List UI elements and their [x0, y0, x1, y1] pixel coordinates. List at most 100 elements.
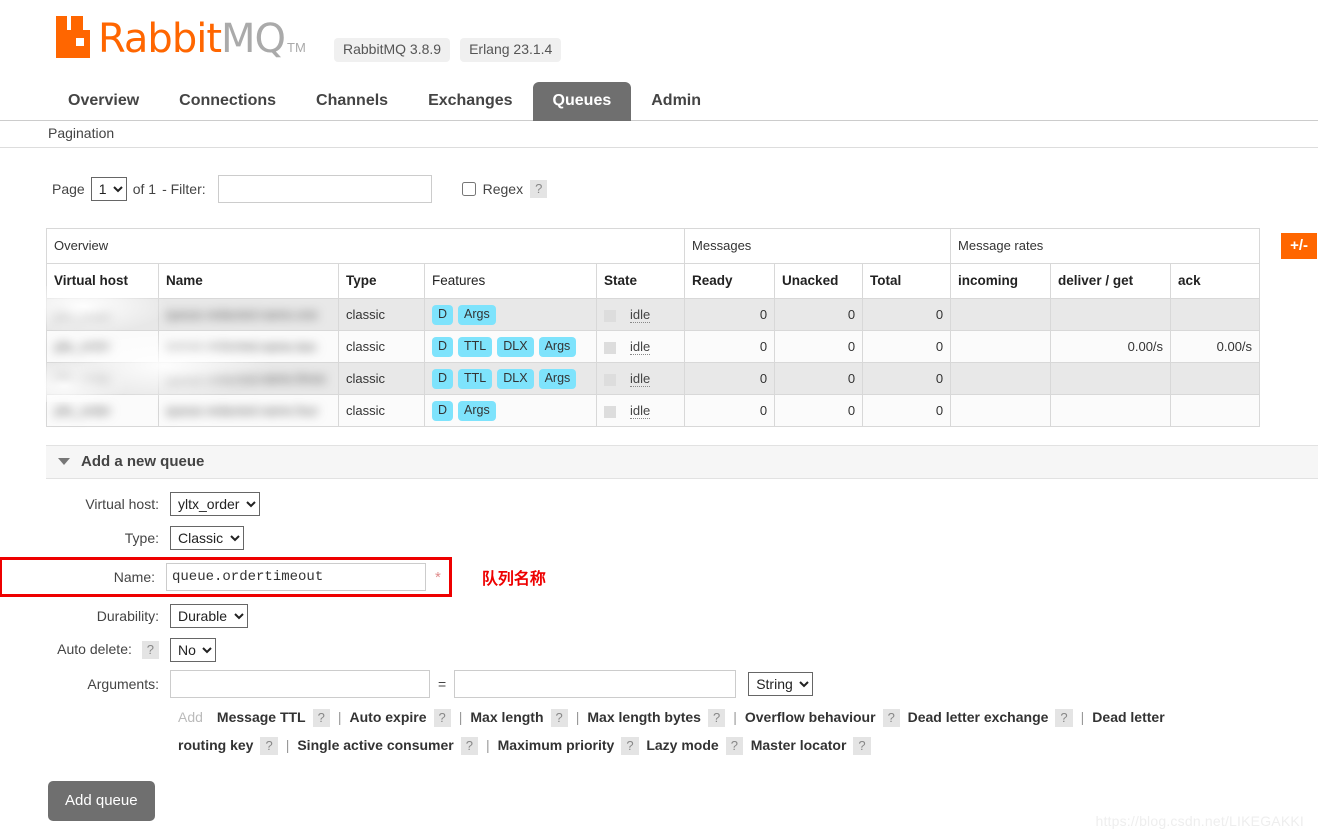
- cell-deliver-get: [1050, 394, 1172, 427]
- logo-text-mq: MQ: [221, 16, 286, 62]
- column-state[interactable]: State: [595, 263, 686, 299]
- column-virtual-host[interactable]: Virtual host: [46, 263, 159, 299]
- argument-preset-master-locator[interactable]: Master locator: [751, 737, 847, 753]
- cell-state: idle: [595, 330, 686, 363]
- argument-preset-max-length[interactable]: Max length: [470, 709, 543, 725]
- type-select[interactable]: Classic: [170, 526, 244, 550]
- argument-preset-max-length-bytes[interactable]: Max length bytes: [587, 709, 701, 725]
- tab-admin[interactable]: Admin: [631, 82, 721, 121]
- cell-type: classic: [338, 362, 425, 395]
- cell-queue-name[interactable]: queue.redacted.name.two: [158, 330, 339, 363]
- auto-delete-select[interactable]: No: [170, 638, 216, 662]
- filter-input[interactable]: [217, 175, 432, 203]
- group-header-messages: Messages: [684, 228, 952, 264]
- cell-total: 0: [862, 298, 952, 331]
- add-queue-section-title: Add a new queue: [81, 453, 205, 470]
- queues-table-body: yltx_order queue.redacted.name.one classic…: [46, 298, 1261, 427]
- virtual-host-select[interactable]: yltx_order: [170, 492, 260, 516]
- column-ack[interactable]: ack: [1170, 263, 1261, 299]
- name-field-highlight-box: Name: *: [0, 557, 452, 597]
- virtual-host-label: Virtual host:: [85, 496, 159, 512]
- regex-help-icon[interactable]: ?: [530, 180, 548, 198]
- queue-name-input[interactable]: [166, 563, 426, 591]
- help-icon-auto-expire[interactable]: ?: [433, 709, 451, 727]
- cell-ack: 0.00/s: [1170, 330, 1261, 363]
- argument-key-input[interactable]: [170, 670, 430, 698]
- cell-queue-name[interactable]: queue.redacted.name.four: [158, 394, 339, 427]
- tab-overview[interactable]: Overview: [48, 82, 159, 121]
- help-icon-max-length-bytes[interactable]: ?: [707, 709, 726, 727]
- arguments-label: Arguments:: [87, 676, 159, 692]
- argument-preset-auto-expire[interactable]: Auto expire: [350, 709, 427, 725]
- add-queue-button[interactable]: Add queue: [48, 781, 155, 821]
- regex-checkbox[interactable]: [461, 182, 476, 196]
- cell-state: idle: [595, 298, 686, 331]
- feature-badge: TTL: [458, 368, 493, 389]
- regex-label: Regex: [482, 181, 524, 197]
- table-row[interactable]: yltx_order queue.redacted.name.three class…: [46, 362, 1261, 395]
- help-icon-max-length[interactable]: ?: [550, 709, 568, 727]
- page-select[interactable]: 1: [90, 177, 127, 201]
- tab-connections[interactable]: Connections: [159, 82, 296, 121]
- nav-tab-list: Overview Connections Channels Exchanges …: [48, 80, 1318, 121]
- help-icon-dead-letter-exchange[interactable]: ?: [1055, 709, 1073, 727]
- pagination-controls: Page 1 of 1 - Filter: Regex ?: [0, 148, 1318, 206]
- column-name[interactable]: Name: [158, 263, 339, 299]
- table-group-header-row: Overview Messages Message rates: [45, 228, 1261, 264]
- help-icon-master-locator[interactable]: ?: [853, 737, 871, 755]
- state-indicator-icon: [604, 309, 616, 322]
- cell-state: idle: [595, 362, 686, 395]
- toggle-columns-button[interactable]: +/-: [1281, 233, 1317, 259]
- auto-delete-help-icon[interactable]: ?: [141, 641, 159, 659]
- add-argument-link[interactable]: Add: [178, 709, 203, 725]
- argument-value-input[interactable]: [454, 670, 737, 698]
- argument-preset-lazy-mode[interactable]: Lazy mode: [646, 737, 718, 753]
- cell-ready: 0: [684, 298, 776, 331]
- cell-features: D Args: [424, 298, 597, 331]
- tab-queues[interactable]: Queues: [532, 82, 632, 121]
- column-incoming[interactable]: incoming: [950, 263, 1052, 299]
- help-icon-message-ttl[interactable]: ?: [312, 709, 330, 727]
- column-total[interactable]: Total: [862, 263, 952, 299]
- feature-badge: Args: [458, 400, 496, 421]
- durability-select[interactable]: Durable: [170, 604, 248, 628]
- argument-preset-dead-letter-exchange[interactable]: Dead letter exchange: [908, 709, 1049, 725]
- argument-preset-overflow-behaviour[interactable]: Overflow behaviour: [745, 709, 876, 725]
- cell-unacked: 0: [774, 330, 864, 363]
- column-ready[interactable]: Ready: [684, 263, 776, 299]
- help-icon-overflow-behaviour[interactable]: ?: [882, 709, 900, 727]
- cell-ready: 0: [684, 394, 776, 427]
- cell-virtual-host: yltx_order: [46, 394, 159, 427]
- column-deliver-get[interactable]: deliver / get: [1050, 263, 1172, 299]
- argument-type-select[interactable]: String: [748, 672, 814, 696]
- tab-exchanges[interactable]: Exchanges: [408, 82, 532, 121]
- add-queue-section-header[interactable]: Add a new queue: [46, 445, 1318, 479]
- state-indicator-icon: [604, 405, 616, 418]
- help-icon-lazy-mode[interactable]: ?: [725, 737, 743, 755]
- help-icon-maximum-priority[interactable]: ?: [621, 737, 639, 755]
- cell-virtual-host: yltx_order: [46, 330, 159, 363]
- argument-preset-single-active-consumer[interactable]: Single active consumer: [297, 737, 453, 753]
- feature-badge: D: [432, 368, 454, 389]
- tab-channels[interactable]: Channels: [296, 82, 408, 121]
- help-icon-dead-letter-routing-key[interactable]: ?: [260, 737, 278, 755]
- column-unacked[interactable]: Unacked: [774, 263, 864, 299]
- preset-separator: |: [285, 737, 290, 753]
- arguments-row: Arguments: = String: [0, 669, 1318, 699]
- cell-queue-name[interactable]: queue.redacted.name.three: [158, 362, 339, 395]
- cell-unacked: 0: [774, 362, 864, 395]
- table-row[interactable]: yltx_order queue.redacted.name.two classic…: [46, 330, 1261, 363]
- pagination-section-title: Pagination: [0, 121, 1318, 148]
- argument-preset-maximum-priority[interactable]: Maximum priority: [498, 737, 615, 753]
- rabbitmq-logo[interactable]: Rabbit MQ TM: [56, 16, 306, 62]
- cell-virtual-host: yltx_order: [46, 298, 159, 331]
- argument-preset-message-ttl[interactable]: Message TTL: [217, 709, 306, 725]
- table-row[interactable]: yltx_order queue.redacted.name.four classi…: [46, 394, 1261, 427]
- durability-row: Durability: Durable: [0, 601, 1318, 631]
- column-type[interactable]: Type: [338, 263, 425, 299]
- group-header-overview: Overview: [45, 228, 686, 264]
- table-row[interactable]: yltx_order queue.redacted.name.one classic…: [46, 298, 1261, 331]
- collapse-triangle-icon: [58, 458, 70, 465]
- help-icon-single-active-consumer[interactable]: ?: [460, 737, 478, 755]
- cell-queue-name[interactable]: queue.redacted.name.one: [158, 298, 339, 331]
